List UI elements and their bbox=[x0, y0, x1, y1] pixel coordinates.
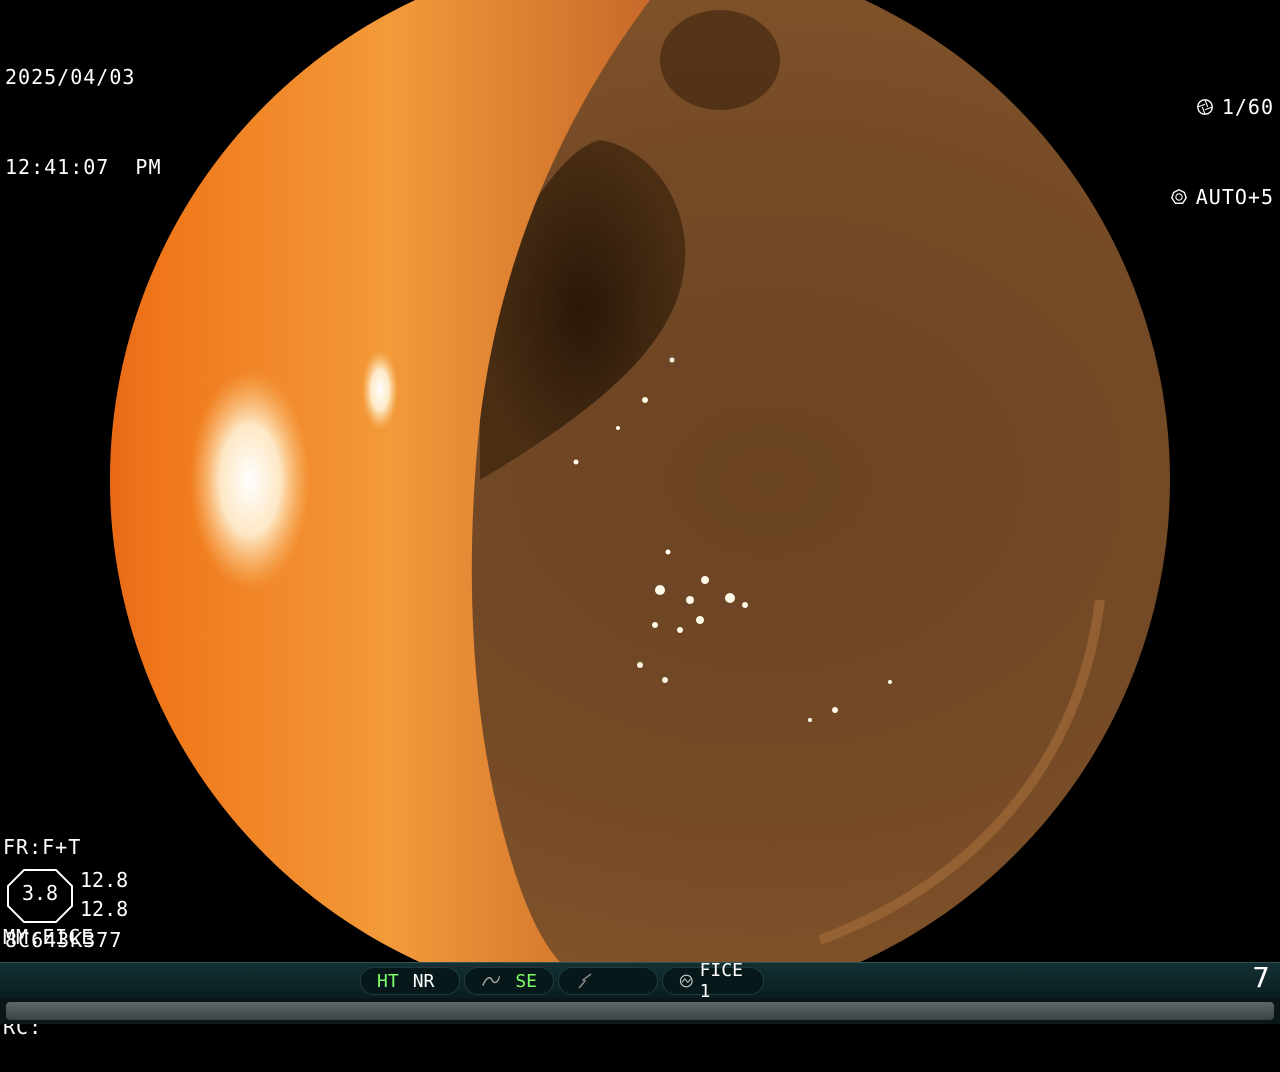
zoom-value: 3.8 bbox=[21, 881, 59, 905]
exposure-info: 1/60 AUTO+5 bbox=[1170, 32, 1274, 242]
zoom-side-value: 12.8 bbox=[80, 868, 129, 892]
ht-label: HT bbox=[377, 970, 399, 992]
ht-nr-indicator: HT NR bbox=[360, 967, 460, 995]
iris-icon bbox=[1170, 189, 1187, 204]
channel-number: 7 bbox=[1252, 961, 1270, 994]
se-label: SE bbox=[515, 970, 537, 992]
fice-mode-icon bbox=[578, 973, 592, 989]
fice-icon bbox=[679, 974, 693, 988]
fice-indicator: FICE 1 bbox=[662, 960, 764, 1002]
se-indicator: SE bbox=[464, 967, 554, 995]
bottom-bar bbox=[0, 998, 1280, 1024]
fice-label: FICE 1 bbox=[699, 960, 743, 1002]
shutter-icon bbox=[1196, 99, 1213, 115]
time-text: 12:41:07 PM bbox=[5, 155, 162, 179]
endoscope-view bbox=[110, 0, 1170, 962]
mucosa bbox=[110, 0, 1170, 962]
fr-setting: FR:F+T bbox=[3, 835, 82, 859]
fice-mode-indicator bbox=[558, 967, 658, 995]
nr-label: NR bbox=[412, 970, 435, 992]
zoom-side-values: 12.8 12.8 bbox=[80, 866, 128, 924]
serial-number: 8C643K377 bbox=[5, 928, 123, 952]
status-bar: HT NR SE FICE 1 7 bbox=[0, 960, 1280, 1002]
zoom-indicator: 3.8 12.8 12.8 bbox=[6, 868, 136, 928]
datetime: 2025/04/03 12:41:07 PM bbox=[5, 2, 162, 212]
shutter-speed: 1/60 bbox=[1221, 95, 1274, 119]
date-text: 2025/04/03 bbox=[5, 65, 136, 89]
se-icon bbox=[482, 976, 501, 986]
iris-mode: AUTO+5 bbox=[1195, 185, 1274, 209]
bottom-bar-track bbox=[6, 1002, 1274, 1020]
light-reflection bbox=[362, 350, 398, 430]
zoom-side-value: 12.8 bbox=[80, 897, 129, 921]
light-reflection bbox=[190, 370, 310, 590]
